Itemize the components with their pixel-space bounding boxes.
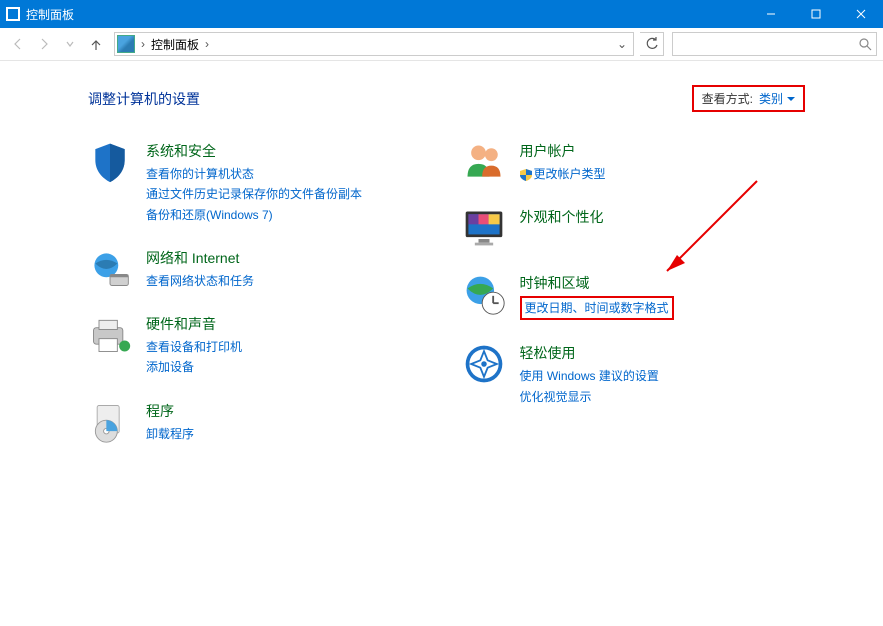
category-link[interactable]: 添加设备	[146, 357, 242, 377]
category-appearance: 外观和个性化	[462, 206, 806, 250]
content-area: 调整计算机的设置 查看方式: 类别 系统和安全 查看你的计算机状态 通过文件历史…	[0, 61, 883, 466]
control-panel-path-icon	[117, 35, 135, 53]
chevron-right-icon[interactable]: ›	[139, 37, 147, 51]
ease-of-access-icon	[462, 342, 506, 386]
category-column-right: 用户帐户 更改帐户类型 外观和个性化 时钟和区域 更改日期、时间或数字格式	[462, 140, 806, 466]
category-link[interactable]: 查看设备和打印机	[146, 337, 242, 357]
category-programs: 程序 卸载程序	[88, 400, 432, 444]
control-panel-icon	[6, 7, 20, 21]
category-title[interactable]: 程序	[146, 400, 194, 424]
category-title[interactable]: 系统和安全	[146, 140, 362, 164]
maximize-button[interactable]	[793, 0, 838, 28]
close-button[interactable]	[838, 0, 883, 28]
chevron-down-icon	[787, 97, 795, 101]
window-titlebar: 控制面板	[0, 0, 883, 28]
view-by-value: 类别	[759, 90, 783, 107]
category-link[interactable]: 卸载程序	[146, 424, 194, 444]
category-title[interactable]: 网络和 Internet	[146, 247, 254, 271]
view-by-selector[interactable]: 查看方式: 类别	[692, 85, 805, 112]
search-input[interactable]	[677, 37, 858, 51]
breadcrumb-root[interactable]: 控制面板	[147, 36, 203, 53]
page-heading: 调整计算机的设置	[88, 89, 692, 109]
users-icon	[462, 140, 506, 184]
monitor-colors-icon	[462, 206, 506, 250]
category-hardware-sound: 硬件和声音 查看设备和打印机 添加设备	[88, 313, 432, 378]
disc-box-icon	[88, 400, 132, 444]
category-title[interactable]: 时钟和区域	[520, 272, 674, 296]
recent-dropdown[interactable]	[58, 32, 82, 56]
window-title: 控制面板	[26, 6, 748, 23]
category-link[interactable]: 使用 Windows 建议的设置	[520, 366, 659, 386]
category-link[interactable]: 通过文件历史记录保存你的文件备份副本	[146, 184, 362, 204]
category-link-change-datetime-format[interactable]: 更改日期、时间或数字格式	[525, 298, 669, 318]
clock-globe-icon	[462, 272, 506, 316]
search-box[interactable]	[672, 32, 877, 56]
uac-shield-icon	[520, 169, 532, 181]
category-link[interactable]: 查看你的计算机状态	[146, 164, 362, 184]
category-system-security: 系统和安全 查看你的计算机状态 通过文件历史记录保存你的文件备份副本 备份和还原…	[88, 140, 432, 225]
category-title[interactable]: 硬件和声音	[146, 313, 242, 337]
back-button[interactable]	[6, 32, 30, 56]
view-by-label: 查看方式:	[702, 90, 753, 107]
category-link[interactable]: 优化视觉显示	[520, 387, 659, 407]
category-title[interactable]: 用户帐户	[520, 140, 606, 164]
minimize-button[interactable]	[748, 0, 793, 28]
printer-icon	[88, 313, 132, 357]
forward-button[interactable]	[32, 32, 56, 56]
address-bar[interactable]: › 控制面板 › ⌄	[114, 32, 634, 56]
category-column-left: 系统和安全 查看你的计算机状态 通过文件历史记录保存你的文件备份副本 备份和还原…	[88, 140, 432, 466]
category-title[interactable]: 外观和个性化	[520, 206, 604, 230]
category-link[interactable]: 更改帐户类型	[520, 164, 606, 184]
category-user-accounts: 用户帐户 更改帐户类型	[462, 140, 806, 184]
category-title[interactable]: 轻松使用	[520, 342, 659, 366]
address-dropdown-icon[interactable]: ⌄	[613, 37, 631, 51]
refresh-button[interactable]	[640, 32, 664, 56]
category-ease-of-access: 轻松使用 使用 Windows 建议的设置 优化视觉显示	[462, 342, 806, 407]
highlight-box: 更改日期、时间或数字格式	[520, 296, 674, 320]
chevron-right-icon[interactable]: ›	[203, 37, 211, 51]
category-link[interactable]: 备份和还原(Windows 7)	[146, 205, 362, 225]
category-link[interactable]: 查看网络状态和任务	[146, 271, 254, 291]
globe-network-icon	[88, 247, 132, 291]
up-button[interactable]	[84, 32, 108, 56]
category-clock-region: 时钟和区域 更改日期、时间或数字格式	[462, 272, 806, 320]
category-network-internet: 网络和 Internet 查看网络状态和任务	[88, 247, 432, 291]
navigation-bar: › 控制面板 › ⌄	[0, 28, 883, 61]
shield-icon	[88, 140, 132, 184]
search-icon[interactable]	[858, 37, 872, 51]
